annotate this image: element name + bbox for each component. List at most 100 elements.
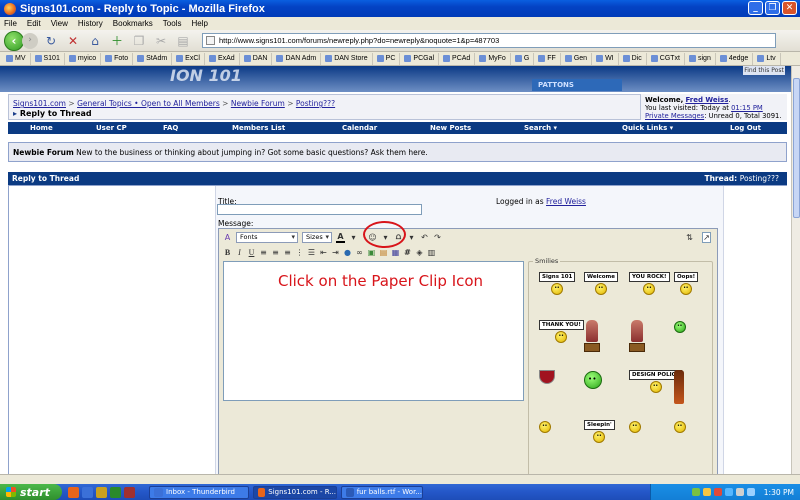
bookmark-item[interactable]: MV <box>2 52 31 65</box>
align-center-icon[interactable]: ≡ <box>271 248 280 257</box>
italic-icon[interactable]: I <box>235 248 244 257</box>
email-icon[interactable]: ▤ <box>379 248 388 257</box>
thunderbird-quicklaunch-icon[interactable] <box>82 486 93 498</box>
app-quicklaunch-icon[interactable] <box>110 486 121 498</box>
reload-icon[interactable]: ↻ <box>42 32 60 50</box>
smiley-item[interactable] <box>584 320 600 352</box>
link-icon[interactable]: ● <box>343 248 352 257</box>
breadcrumb-thread[interactable]: Posting??? <box>296 99 335 108</box>
paste-icon[interactable]: ▤ <box>174 32 192 50</box>
underline-icon[interactable]: U <box>247 248 256 257</box>
close-button[interactable]: ✕ <box>782 1 797 15</box>
nav-faq[interactable]: FAQ <box>163 124 178 132</box>
html-icon[interactable]: ◈ <box>415 248 424 257</box>
align-right-icon[interactable]: ≡ <box>283 248 292 257</box>
smiley-dropdown-icon[interactable]: ▾ <box>381 233 390 242</box>
bookmark-item[interactable]: DAN <box>240 52 273 65</box>
bookmark-item[interactable]: Foto <box>101 52 134 65</box>
switch-mode-icon[interactable]: ↗ <box>702 231 711 243</box>
maximize-button[interactable]: ❐ <box>765 1 780 15</box>
quote-icon[interactable]: ▦ <box>391 248 400 257</box>
smiley-item[interactable] <box>539 370 555 384</box>
font-color-icon[interactable]: A <box>336 232 345 243</box>
smiley-item[interactable] <box>674 370 684 404</box>
smiley-icon[interactable]: ☺ <box>368 233 377 242</box>
title-input[interactable] <box>217 204 422 215</box>
menu-history[interactable]: History <box>78 19 103 28</box>
bookmark-item[interactable]: ExAd <box>205 52 240 65</box>
volume-icon[interactable] <box>735 488 744 496</box>
nav-search[interactable]: Search ▾ <box>524 124 557 132</box>
image-icon[interactable]: ▣ <box>367 248 376 257</box>
smiley-item[interactable]: Welcome <box>584 272 618 295</box>
breadcrumb-home[interactable]: Signs101.com <box>13 99 66 108</box>
page-scrollbar[interactable] <box>791 66 800 484</box>
user-link[interactable]: Fred Weiss <box>685 96 728 104</box>
scrollbar-thumb[interactable] <box>793 78 800 218</box>
task-word[interactable]: fur balls.rtf - Wor... <box>341 485 423 499</box>
forward-button[interactable]: › <box>22 32 38 49</box>
breadcrumb-general[interactable]: General Topics • Open to All Members <box>77 99 220 108</box>
menu-bookmarks[interactable]: Bookmarks <box>113 19 153 28</box>
smiley-item[interactable] <box>584 370 602 389</box>
redo-icon[interactable]: ↷ <box>433 233 442 242</box>
bookmark-item[interactable]: PC <box>373 52 401 65</box>
indent-icon[interactable]: ⇥ <box>331 248 340 257</box>
back-button[interactable]: ‹ <box>4 30 24 51</box>
nav-calendar[interactable]: Calendar <box>342 124 377 132</box>
private-messages-link[interactable]: Private Messages <box>645 112 704 120</box>
bookmark-item[interactable]: MyFo <box>475 52 511 65</box>
bookmark-item[interactable]: ExCl <box>172 52 205 65</box>
nav-home[interactable]: Home <box>30 124 53 132</box>
nav-quick-links[interactable]: Quick Links ▾ <box>622 124 673 132</box>
tray-icon-4[interactable] <box>724 488 733 496</box>
smiley-item[interactable] <box>674 420 686 433</box>
logged-in-user-link[interactable]: Fred Weiss <box>546 197 586 206</box>
menu-view[interactable]: View <box>51 19 68 28</box>
bookmark-item[interactable]: S101 <box>31 52 65 65</box>
nav-members-list[interactable]: Members List <box>232 124 285 132</box>
tray-icon-3[interactable] <box>713 488 722 496</box>
bookmark-item[interactable]: WI <box>592 52 619 65</box>
menu-file[interactable]: File <box>4 19 17 28</box>
align-left-icon[interactable]: ≡ <box>259 248 268 257</box>
bookmark-item[interactable]: sign <box>685 52 716 65</box>
nav-new-posts[interactable]: New Posts <box>430 124 471 132</box>
smiley-item[interactable]: Oops! <box>674 272 699 295</box>
minimize-button[interactable]: _ <box>748 1 763 15</box>
bookmark-item[interactable]: CGTxt <box>647 52 685 65</box>
smiley-item[interactable]: YOU ROCK! <box>629 272 670 295</box>
ordered-list-icon[interactable]: ⋮ <box>295 248 304 257</box>
stop-icon[interactable]: ✕ <box>64 32 82 50</box>
code-icon[interactable]: # <box>403 248 412 257</box>
menu-help[interactable]: Help <box>191 19 207 28</box>
size-select[interactable]: Sizes <box>302 231 332 243</box>
undo-icon[interactable]: ↶ <box>420 233 429 242</box>
smiley-item[interactable]: THANK YOU! <box>539 320 584 343</box>
smiley-item[interactable] <box>539 420 551 433</box>
app2-quicklaunch-icon[interactable] <box>124 486 135 498</box>
bookmark-item[interactable]: 4edge <box>716 52 754 65</box>
bookmark-item[interactable]: StAdm <box>133 52 173 65</box>
nav-user-cp[interactable]: User CP <box>96 124 127 132</box>
bookmark-item[interactable]: Dic <box>619 52 647 65</box>
bookmark-item[interactable]: FF <box>534 52 561 65</box>
tray-icon-1[interactable] <box>691 488 700 496</box>
unlink-icon[interactable]: ∞ <box>355 248 364 257</box>
home-icon[interactable]: ⌂ <box>86 32 104 50</box>
remove-format-icon[interactable]: A <box>223 233 232 242</box>
bold-icon[interactable]: B <box>223 248 232 257</box>
firefox-quicklaunch-icon[interactable] <box>68 486 79 498</box>
php-icon[interactable]: ▥ <box>427 248 436 257</box>
breadcrumb-forum[interactable]: Newbie Forum <box>231 99 285 108</box>
bookmark-item[interactable]: DAN Adm <box>272 52 322 65</box>
bookmark-item[interactable]: myico <box>65 52 102 65</box>
find-post-button[interactable]: Find this Post <box>743 66 785 75</box>
address-bar[interactable]: http://www.signs101.com/forums/newreply.… <box>202 33 776 48</box>
smiley-item[interactable]: Signs 101 <box>539 272 576 295</box>
attach-dropdown-icon[interactable]: ▾ <box>407 233 416 242</box>
smiley-item[interactable] <box>629 320 645 352</box>
task-firefox[interactable]: Signs101.com - R... <box>253 485 337 499</box>
menu-edit[interactable]: Edit <box>27 19 41 28</box>
bookmark-item[interactable]: Gen <box>561 52 593 65</box>
